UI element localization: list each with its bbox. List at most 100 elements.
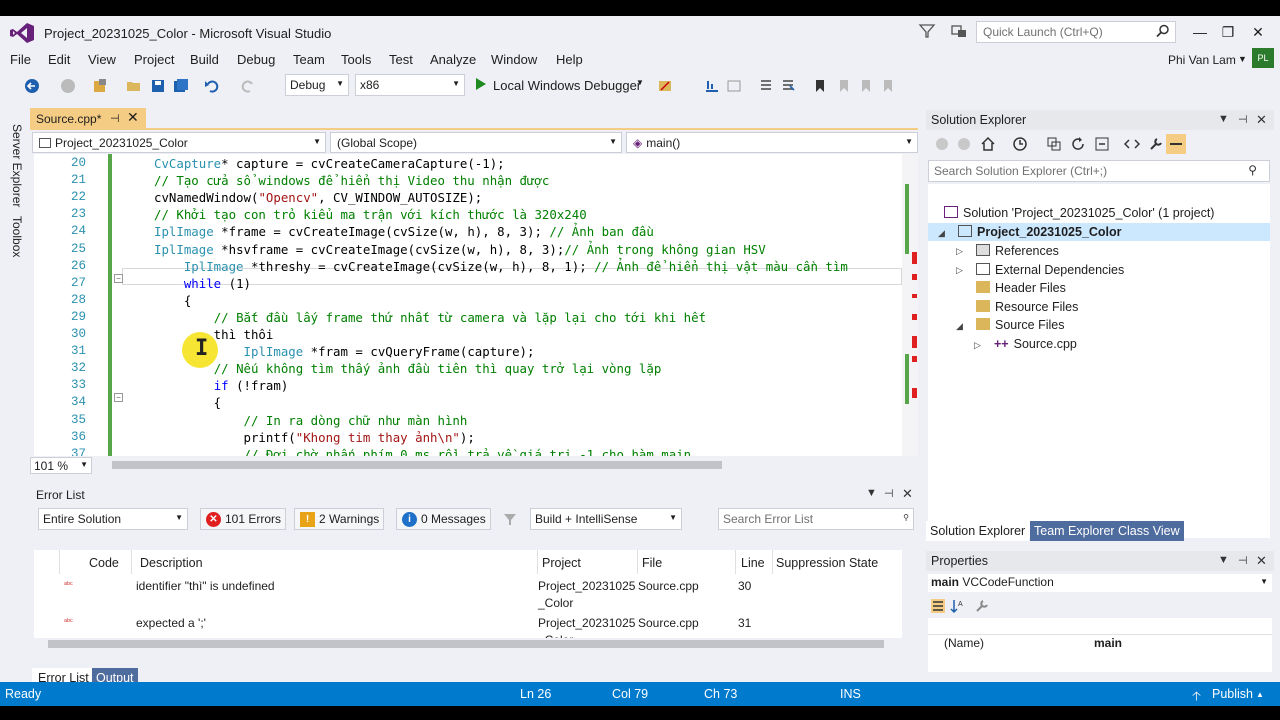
publish-arrow-icon[interactable]: 🡡 [1192,687,1201,706]
project-navigation-select[interactable]: Project_20231025_Color ▼ [32,132,326,153]
code-line[interactable]: cvNamedWindow("Opencv", CV_WINDOW_AUTOSI… [154,190,482,205]
step-icon[interactable] [704,78,720,94]
chevron-down-icon[interactable]: ▼ [1218,554,1229,566]
menu-build[interactable]: Build [190,52,219,67]
close-icon[interactable]: ✕ [1256,112,1267,128]
editor-vertical-scrollbar[interactable] [902,154,918,456]
pin-icon[interactable]: ⊣ [1238,113,1248,126]
code-view-icon[interactable] [1124,136,1140,152]
publish-button[interactable]: Publish [1212,687,1253,701]
next-bookmark-icon[interactable] [858,78,874,94]
column-header-project[interactable]: Project [542,556,581,570]
code-line[interactable]: while (1) [154,276,251,291]
save-all-icon[interactable] [173,78,189,94]
solution-search-input[interactable]: Search Solution Explorer (Ctrl+;) ⚲ [928,160,1270,182]
tree-item-source-files[interactable]: Source Files [976,318,1064,332]
tree-item-header-files[interactable]: Header Files [976,281,1066,295]
code-line[interactable]: { [154,395,221,410]
menu-tools[interactable]: Tools [341,52,371,67]
chevron-down-icon[interactable]: ▼ [1218,113,1229,125]
collapse-icon[interactable]: − [114,393,123,402]
code-line[interactable]: if (!fram) [154,378,289,393]
collapsed-triangle-icon[interactable]: ▷ [956,265,963,276]
menu-project[interactable]: Project [134,52,174,67]
new-project-icon[interactable] [92,78,108,94]
expanded-triangle-icon[interactable]: ◢ [956,321,963,332]
live-share-icon[interactable] [950,22,968,40]
zoom-select[interactable]: 101 % ▼ [30,457,92,474]
forward-arrow-icon[interactable] [60,78,76,94]
code-line[interactable]: { [154,293,191,308]
code-line[interactable]: // Nếu không tìm thấy ảnh đầu tiên thì q… [154,361,662,376]
scroll-thumb[interactable] [112,461,722,469]
member-navigation-select[interactable]: ◈ main() ▼ [626,132,918,153]
build-filter-select[interactable]: Build + IntelliSense ▼ [530,508,682,530]
collapsed-triangle-icon[interactable]: ▷ [974,340,981,351]
code-line[interactable]: // Đợi chờ nhấn phím 0 ms rồi trả về giá… [154,447,692,456]
menu-analyze[interactable]: Analyze [430,52,476,67]
back-arrow-icon[interactable] [934,136,950,152]
scope-navigation-select[interactable]: (Global Scope) ▼ [330,132,622,153]
search-error-list-input[interactable]: Search Error List ⚲ [718,508,914,530]
save-icon[interactable] [150,78,166,94]
tab-team-explorer[interactable]: Team Explorer [1030,521,1119,541]
property-value[interactable]: main [1094,636,1122,650]
column-header-suppression-state[interactable]: Suppression State [776,556,878,570]
menu-file[interactable]: File [10,52,31,67]
code-line[interactable]: // Bắt đầu lấy frame thứ nhất từ camera … [154,310,706,325]
home-icon[interactable] [980,136,996,152]
chevron-up-icon[interactable]: ▲ [1256,690,1264,699]
refresh-icon[interactable] [1070,136,1086,152]
scroll-thumb[interactable] [48,640,884,648]
error-list-vertical-scrollbar[interactable] [902,550,918,650]
code-line[interactable]: // Khởi tạo con trỏ kiểu ma trận với kíc… [154,207,587,222]
properties-wrench-icon[interactable] [1148,136,1164,152]
menu-team[interactable]: Team [293,52,325,67]
tree-item-solution[interactable]: Solution 'Project_20231025_Color' (1 pro… [944,206,1214,220]
pin-icon[interactable]: ⊣ [1238,554,1248,567]
start-debugging-button[interactable]: Local Windows Debugger [493,78,641,93]
tab-solution-explorer[interactable]: Solution Explorer [926,521,1030,541]
collapsed-triangle-icon[interactable]: ▷ [956,246,963,257]
close-window-button[interactable]: ✕ [1244,20,1272,44]
column-header-description[interactable]: Description [140,556,203,570]
history-icon[interactable] [1012,136,1028,152]
close-icon[interactable]: ✕ [902,486,913,502]
menu-test[interactable]: Test [389,52,413,67]
maximize-button[interactable]: ❐ [1214,20,1242,44]
collapse-icon[interactable]: − [114,274,123,283]
open-folder-icon[interactable] [126,78,142,94]
expanded-triangle-icon[interactable]: ◢ [938,228,945,239]
column-header-code[interactable]: Code [89,556,119,570]
menu-view[interactable]: View [88,52,116,67]
search-icon[interactable] [1156,24,1170,38]
errors-filter-button[interactable]: ✕ 101 Errors [200,508,287,530]
toolbox-tab[interactable]: Toolbox [10,216,24,257]
code-line[interactable]: // In ra dòng chữ như màn hình [154,413,468,428]
back-arrow-icon[interactable] [24,78,40,94]
warnings-filter-button[interactable]: ! 2 Warnings [294,508,385,530]
tree-item-project[interactable]: Project_20231025_Color [958,225,1122,239]
undo-icon[interactable] [204,78,220,94]
collapse-all-icon[interactable] [1094,136,1110,152]
clear-bookmarks-icon[interactable] [880,78,896,94]
properties-object-select[interactable]: main VCCodeFunction ▼ [928,574,1272,592]
chevron-down-icon[interactable]: ▼ [1238,54,1247,64]
close-icon[interactable]: ✕ [1256,553,1267,569]
code-line[interactable]: IplImage *frame = cvCreateImage(cvSize(w… [154,224,654,239]
server-explorer-tab[interactable]: Server Explorer [10,124,24,207]
tree-item-resource-files[interactable]: Resource Files [976,300,1078,314]
user-name[interactable]: Phi Van Lam [1168,53,1236,67]
filter-icon[interactable] [502,511,518,527]
pin-icon[interactable]: ⊣ [884,487,894,500]
categorized-icon[interactable] [930,598,946,614]
code-line[interactable]: IplImage *threshy = cvCreateImage(cvSize… [154,259,848,274]
code-line[interactable]: IplImage *hsvframe = cvCreateImage(cvSiz… [154,242,766,257]
comment-lines-icon[interactable] [758,78,774,94]
alphabetical-icon[interactable]: A [950,598,966,614]
solution-configuration-select[interactable]: Debug ▼ [285,74,349,96]
uncomment-lines-icon[interactable] [780,78,796,94]
minimize-button[interactable]: — [1186,20,1214,44]
property-pages-wrench-icon[interactable] [974,598,990,614]
close-icon[interactable]: ✕ [127,109,139,126]
